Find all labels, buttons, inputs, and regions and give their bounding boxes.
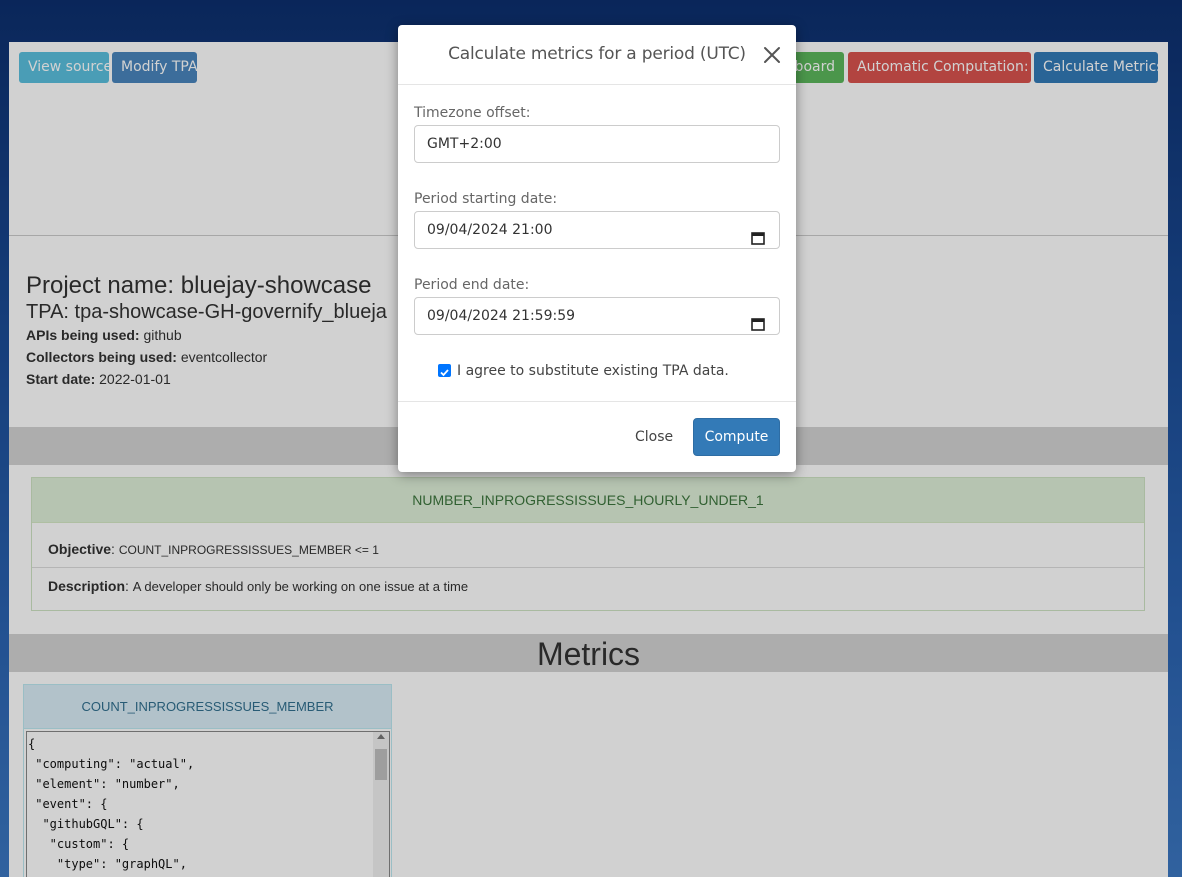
calculate-metrics-modal: Calculate metrics for a period (UTC) Tim…: [398, 25, 796, 472]
agree-label: I agree to substitute existing TPA data.: [457, 363, 729, 379]
modal-footer-divider: [398, 401, 796, 402]
compute-button[interactable]: Compute: [693, 418, 780, 456]
agree-checkbox[interactable]: [438, 364, 451, 377]
close-button[interactable]: Close: [635, 429, 673, 445]
start-date-input[interactable]: 09/04/2024 21:00: [414, 211, 780, 249]
modal-title: Calculate metrics for a period (UTC): [448, 44, 746, 64]
close-icon[interactable]: [762, 45, 782, 65]
end-date-input[interactable]: 09/04/2024 21:59:59: [414, 297, 780, 335]
end-date-value: 09/04/2024 21:59:59: [427, 308, 576, 324]
start-date-label: Period starting date:: [414, 191, 558, 207]
end-date-label: Period end date:: [414, 277, 530, 293]
start-date-value: 09/04/2024 21:00: [427, 222, 553, 238]
calendar-icon[interactable]: [751, 223, 765, 245]
timezone-label: Timezone offset:: [414, 105, 531, 121]
timezone-input[interactable]: GMT+2:00: [414, 125, 780, 163]
calendar-icon[interactable]: [751, 309, 765, 331]
modal-header: Calculate metrics for a period (UTC): [398, 25, 796, 85]
